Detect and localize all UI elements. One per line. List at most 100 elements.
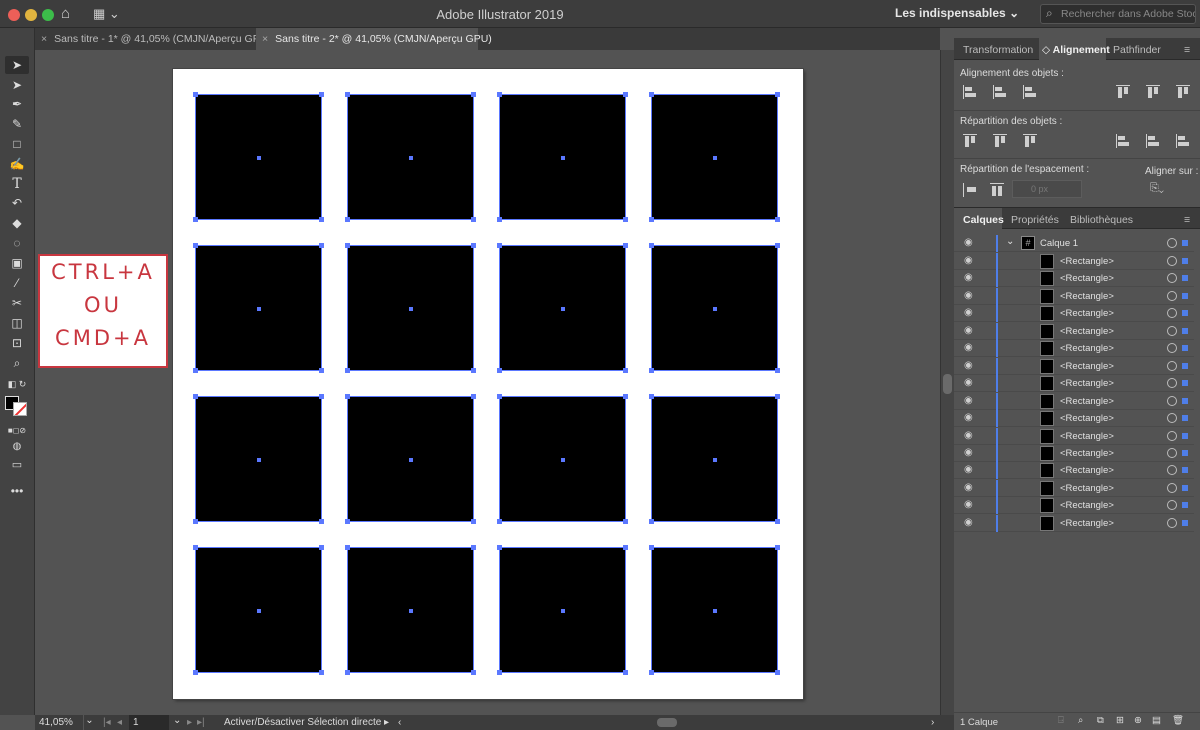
anchor-handle[interactable] bbox=[623, 243, 628, 248]
artboard-number-field[interactable]: 1 bbox=[129, 715, 169, 730]
anchor-handle[interactable] bbox=[775, 670, 780, 675]
sublayer-row[interactable]: ◉ <Rectangle> bbox=[954, 462, 1194, 480]
selection-indicator[interactable] bbox=[1182, 502, 1188, 509]
anchor-handle[interactable] bbox=[319, 519, 324, 524]
selection-indicator[interactable] bbox=[1182, 345, 1188, 352]
anchor-handle[interactable] bbox=[471, 92, 476, 97]
anchor-handle[interactable] bbox=[319, 243, 324, 248]
sublayer-name[interactable]: <Rectangle> bbox=[1060, 308, 1114, 319]
screen-mode-icon[interactable]: ▭ bbox=[5, 456, 29, 474]
anchor-handle[interactable] bbox=[497, 217, 502, 222]
rectangle-shape[interactable] bbox=[193, 545, 324, 675]
anchor-handle[interactable] bbox=[775, 519, 780, 524]
sublayer-name[interactable]: <Rectangle> bbox=[1060, 256, 1114, 267]
rectangle-shape[interactable] bbox=[193, 243, 324, 373]
target-icon[interactable] bbox=[1167, 325, 1177, 336]
anchor-handle[interactable] bbox=[193, 394, 198, 399]
visibility-eye-icon[interactable]: ◉ bbox=[964, 360, 973, 371]
visibility-eye-icon[interactable]: ◉ bbox=[964, 272, 973, 283]
canvas-area[interactable]: CTRL+A OU CMD+A bbox=[35, 50, 940, 715]
export-icon[interactable]: ⍈ bbox=[1058, 715, 1064, 726]
artboard-dropdown-icon[interactable]: ⌄ bbox=[173, 715, 181, 726]
tab-pathfinder[interactable]: Pathfinder bbox=[1113, 38, 1173, 60]
sublayer-row[interactable]: ◉ <Rectangle> bbox=[954, 479, 1194, 497]
selection-indicator[interactable] bbox=[1182, 380, 1188, 387]
direct-selection-tool[interactable]: ➤ bbox=[5, 76, 29, 94]
sublayer-row[interactable]: ◉ <Rectangle> bbox=[954, 322, 1194, 340]
scroll-left-icon[interactable]: ‹ bbox=[398, 717, 401, 728]
distribute-right-button[interactable] bbox=[1176, 134, 1190, 148]
anchor-handle[interactable] bbox=[623, 670, 628, 675]
rectangle-shape[interactable] bbox=[649, 394, 780, 524]
anchor-handle[interactable] bbox=[193, 243, 198, 248]
close-icon[interactable]: × bbox=[41, 33, 47, 45]
sublayer-name[interactable]: <Rectangle> bbox=[1060, 413, 1114, 424]
anchor-handle[interactable] bbox=[649, 394, 654, 399]
sublayer-name[interactable]: <Rectangle> bbox=[1060, 483, 1114, 494]
rectangle-shape[interactable] bbox=[345, 394, 476, 524]
align-right-button[interactable] bbox=[1023, 85, 1037, 99]
tab-bibliotheques[interactable]: Bibliothèques bbox=[1070, 208, 1145, 230]
selection-indicator[interactable] bbox=[1182, 362, 1188, 369]
anchor-handle[interactable] bbox=[471, 217, 476, 222]
more-tools-icon[interactable]: ••• bbox=[5, 482, 29, 500]
zoom-field[interactable]: 41,05% bbox=[39, 717, 73, 728]
rectangle-shape[interactable] bbox=[345, 545, 476, 675]
anchor-handle[interactable] bbox=[649, 368, 654, 373]
tab-transformation[interactable]: Transformation bbox=[963, 38, 1043, 60]
trash-icon[interactable]: 🗑 bbox=[1172, 715, 1184, 726]
anchor-handle[interactable] bbox=[319, 545, 324, 550]
pen-tool[interactable]: ✒ bbox=[5, 95, 29, 113]
anchor-handle[interactable] bbox=[497, 243, 502, 248]
anchor-handle[interactable] bbox=[497, 545, 502, 550]
stock-search-input[interactable]: ⌕ Rechercher dans Adobe Stock bbox=[1040, 4, 1196, 24]
panel-menu-icon[interactable]: ≡ bbox=[1184, 208, 1198, 230]
target-icon[interactable] bbox=[1167, 517, 1177, 528]
anchor-handle[interactable] bbox=[345, 92, 350, 97]
selection-tool[interactable]: ➤ bbox=[5, 56, 29, 74]
make-clipping-mask-icon[interactable]: ⧉ bbox=[1097, 715, 1104, 726]
sublayer-row[interactable]: ◉ <Rectangle> bbox=[954, 497, 1194, 515]
anchor-handle[interactable] bbox=[319, 92, 324, 97]
anchor-handle[interactable] bbox=[497, 92, 502, 97]
selection-indicator[interactable] bbox=[1182, 310, 1188, 317]
default-colors-icon[interactable]: ◧ ↻ bbox=[5, 375, 29, 393]
horizontal-scroll-thumb[interactable] bbox=[657, 718, 677, 727]
anchor-handle[interactable] bbox=[649, 545, 654, 550]
selection-indicator[interactable] bbox=[1182, 519, 1188, 526]
zoom-dropdown-icon[interactable]: ⌄ bbox=[83, 715, 95, 730]
anchor-handle[interactable] bbox=[649, 519, 654, 524]
anchor-handle[interactable] bbox=[471, 243, 476, 248]
visibility-eye-icon[interactable]: ◉ bbox=[964, 517, 973, 528]
sublayer-name[interactable]: <Rectangle> bbox=[1060, 396, 1114, 407]
anchor-handle[interactable] bbox=[345, 217, 350, 222]
search-icon[interactable]: ⌕ bbox=[1078, 715, 1083, 726]
sublayer-name[interactable]: <Rectangle> bbox=[1060, 378, 1114, 389]
rectangle-shape[interactable] bbox=[497, 545, 628, 675]
zoom-tool[interactable]: ⌕ bbox=[5, 354, 29, 372]
target-icon[interactable] bbox=[1167, 308, 1177, 319]
selection-indicator[interactable] bbox=[1182, 240, 1188, 246]
rotate-tool[interactable]: ↶ bbox=[5, 194, 29, 212]
distribute-spacing-horizontal-button[interactable] bbox=[990, 183, 1004, 197]
anchor-handle[interactable] bbox=[497, 394, 502, 399]
visibility-eye-icon[interactable]: ◉ bbox=[964, 307, 973, 318]
sublayer-row[interactable]: ◉ <Rectangle> bbox=[954, 253, 1194, 270]
anchor-handle[interactable] bbox=[193, 368, 198, 373]
target-icon[interactable] bbox=[1167, 413, 1177, 424]
scroll-thumb[interactable] bbox=[943, 374, 952, 394]
paintbrush-tool[interactable]: ✍ bbox=[5, 155, 29, 173]
sublayer-row[interactable]: ◉ <Rectangle> bbox=[954, 444, 1194, 462]
selection-indicator[interactable] bbox=[1182, 258, 1188, 264]
target-icon[interactable] bbox=[1167, 447, 1177, 458]
anchor-handle[interactable] bbox=[497, 368, 502, 373]
anchor-handle[interactable] bbox=[775, 217, 780, 222]
anchor-handle[interactable] bbox=[775, 394, 780, 399]
rectangle-shape[interactable] bbox=[497, 394, 628, 524]
selection-indicator[interactable] bbox=[1182, 327, 1188, 334]
selection-indicator[interactable] bbox=[1182, 467, 1188, 474]
sublayer-row[interactable]: ◉ <Rectangle> bbox=[954, 340, 1194, 358]
selection-indicator[interactable] bbox=[1182, 484, 1188, 491]
rectangle-shape[interactable] bbox=[345, 243, 476, 373]
anchor-handle[interactable] bbox=[345, 243, 350, 248]
